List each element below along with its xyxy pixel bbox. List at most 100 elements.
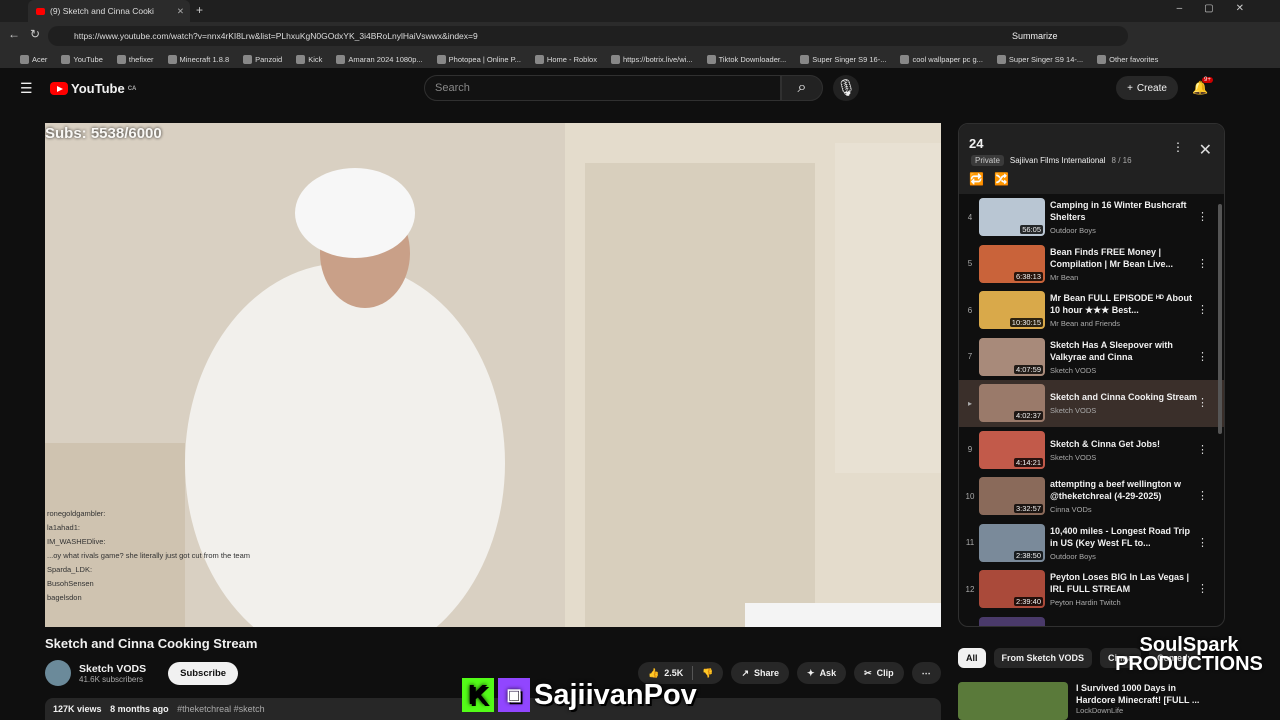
voice-search-button[interactable]: 🎙: [833, 75, 859, 101]
playlist-item[interactable]: 7 4:07:59 Sketch Has A Sleepover with Valk…: [959, 334, 1224, 381]
item-thumbnail[interactable]: 2:38:50: [979, 523, 1045, 562]
clip-button[interactable]: ✂ Clip: [854, 662, 904, 684]
filter-chip[interactable]: All: [958, 648, 986, 668]
playlist-item[interactable]: 4 56:05 Camping in 16 Winter Bushcraft She…: [959, 194, 1224, 241]
bookmark-item[interactable]: Super Singer S9 14-...: [996, 54, 1084, 64]
search-input[interactable]: Search: [424, 75, 781, 101]
item-thumbnail[interactable]: 56:05: [979, 198, 1045, 237]
playlist-item[interactable]: 5 6:38:13 Bean Finds FREE Money | Compilat…: [959, 241, 1224, 288]
chat-line: ronegoldgambler:: [47, 509, 106, 518]
scissors-icon: ✂: [864, 667, 872, 678]
item-title[interactable]: Bean Finds FREE Money | Compilation | Mr…: [1050, 246, 1200, 270]
url-field[interactable]: https://www.youtube.com/watch?v=nnx4rKI8…: [48, 26, 1128, 46]
item-title[interactable]: Mr Bean FULL EPISODE ᴴᴰ About 10 hour ★★…: [1050, 292, 1200, 316]
item-title[interactable]: Sketch and Cinna Cooking Stream: [1050, 391, 1200, 403]
browser-tab[interactable]: (9) Sketch and Cinna Cooki ✕: [28, 0, 190, 22]
item-more-icon[interactable]: ⋮: [1197, 489, 1208, 502]
item-thumbnail[interactable]: 4:14:21: [979, 430, 1045, 469]
playlist-scrollbar[interactable]: [1218, 204, 1222, 434]
back-icon[interactable]: ←: [8, 27, 20, 41]
recommended-video[interactable]: I Survived 1000 Days in Hardcore Minecra…: [958, 682, 1216, 720]
item-more-icon[interactable]: ⋮: [1197, 582, 1208, 595]
youtube-logo[interactable]: YouTube CA: [50, 81, 136, 96]
bookmark-icon: [116, 54, 126, 64]
item-thumbnail[interactable]: 4:02:37: [979, 384, 1045, 423]
playlist-item[interactable]: 11 2:38:50 10,400 miles - Longest Road Tri…: [959, 520, 1224, 567]
playlist-more-icon[interactable]: ⋮: [1172, 140, 1184, 154]
playlist-owner[interactable]: Sajiivan Films International: [1010, 156, 1106, 165]
item-thumbnail[interactable]: 4:07:59: [979, 337, 1045, 376]
channel-name[interactable]: Sketch VODS: [79, 663, 146, 675]
loop-icon[interactable]: 🔁: [969, 172, 984, 186]
bookmark-item[interactable]: Amaran 2024 1080p...: [336, 54, 423, 64]
hashtags[interactable]: #theketchreal #sketch: [177, 704, 265, 714]
filter-chip[interactable]: From Sketch VODS: [993, 648, 1093, 668]
close-playlist-icon[interactable]: ✕: [1199, 140, 1212, 160]
item-title[interactable]: Sketch Has A Sleepover with Valkyrae and…: [1050, 339, 1200, 363]
bookmark-item[interactable]: Tiktok Downloader...: [706, 54, 786, 64]
bookmark-item[interactable]: Photopea | Online P...: [436, 54, 521, 64]
share-button[interactable]: ↗ Share: [731, 662, 790, 684]
playlist-meta: Private Sajiivan Films International 8 /…: [971, 155, 1132, 166]
item-more-icon[interactable]: ⋮: [1197, 396, 1208, 409]
bookmark-label: Super Singer S9 14-...: [1008, 54, 1084, 64]
menu-icon[interactable]: ☰: [20, 80, 33, 97]
search-button[interactable]: ⌕: [781, 75, 823, 101]
playlist-item[interactable]: 13Big E talks John Cena, Hard⋮: [959, 613, 1224, 626]
item-title[interactable]: Peyton Loses BIG In Las Vegas | IRL FULL…: [1050, 571, 1200, 595]
summarize-button[interactable]: Summarize: [1012, 31, 1058, 41]
item-thumbnail[interactable]: 2:39:40: [979, 570, 1045, 609]
bookmark-item[interactable]: Home - Roblox: [534, 54, 597, 64]
playlist-item[interactable]: 12 2:39:40 Peyton Loses BIG In Las Vegas |…: [959, 566, 1224, 613]
item-title[interactable]: Camping in 16 Winter Bushcraft Shelters: [1050, 199, 1200, 223]
thumbs-down-icon[interactable]: 👎: [702, 668, 713, 679]
shuffle-icon[interactable]: 🔀: [994, 172, 1009, 186]
bookmark-icon: [167, 54, 177, 64]
soulspark-watermark: SoulSpark PRODUCTIONS: [1115, 634, 1263, 675]
bookmark-item[interactable]: thefixer: [116, 54, 154, 64]
bookmark-item[interactable]: Panzoid: [243, 54, 282, 64]
reload-icon[interactable]: ↻: [30, 27, 40, 41]
bookmark-item[interactable]: YouTube: [61, 54, 103, 64]
channel-avatar[interactable]: [45, 660, 71, 686]
item-more-icon[interactable]: ⋮: [1197, 303, 1208, 316]
item-thumbnail[interactable]: 10:30:15: [979, 291, 1045, 330]
new-tab-icon[interactable]: +: [196, 3, 203, 17]
tab-title: (9) Sketch and Cinna Cooki: [50, 6, 154, 16]
playlist-item[interactable]: 9 4:14:21 Sketch & Cinna Get Jobs! Sketch V…: [959, 427, 1224, 474]
item-more-icon[interactable]: ⋮: [1197, 443, 1208, 456]
item-more-icon[interactable]: ⋮: [1197, 536, 1208, 549]
item-more-icon[interactable]: ⋮: [1197, 350, 1208, 363]
bookmark-item[interactable]: Other favorites: [1097, 54, 1158, 64]
item-channel: Sketch VODS: [1050, 365, 1097, 375]
item-thumbnail[interactable]: 3:32:57: [979, 477, 1045, 516]
video-player[interactable]: Subs: 5538/6000 ronegoldgambler: la1ahad1…: [45, 123, 941, 627]
item-title[interactable]: 10,400 miles - Longest Road Trip in US (…: [1050, 525, 1200, 549]
subscribe-button[interactable]: Subscribe: [168, 661, 239, 685]
item-title[interactable]: attempting a beef wellington w @theketch…: [1050, 478, 1200, 502]
bookmark-item[interactable]: Minecraft 1.8.8: [167, 54, 229, 64]
item-more-icon[interactable]: ⋮: [1197, 257, 1208, 270]
playlist-item[interactable]: 10 3:32:57 attempting a beef wellington w …: [959, 473, 1224, 520]
window-controls[interactable]: –▢✕: [1177, 3, 1266, 14]
close-tab-icon[interactable]: ✕: [177, 6, 184, 17]
create-button[interactable]: + Create: [1116, 76, 1178, 100]
bookmark-item[interactable]: Kick: [296, 54, 322, 64]
item-title[interactable]: Sketch & Cinna Get Jobs!: [1050, 438, 1200, 450]
rec-channel[interactable]: LockDownLife: [1076, 706, 1216, 715]
bookmark-item[interactable]: cool wallpaper pc g...: [900, 54, 983, 64]
item-more-icon[interactable]: ⋮: [1197, 210, 1208, 223]
rec-thumbnail[interactable]: [958, 682, 1068, 720]
chat-line: BusohSensen: [47, 579, 94, 588]
item-thumbnail[interactable]: 6:38:13: [979, 244, 1045, 283]
rec-title[interactable]: I Survived 1000 Days in Hardcore Minecra…: [1076, 682, 1216, 706]
more-actions-button[interactable]: ⋯: [911, 662, 941, 684]
item-channel: Mr Bean and Friends: [1050, 319, 1121, 329]
bookmark-item[interactable]: Super Singer S9 16-...: [800, 54, 886, 64]
bookmark-item[interactable]: https://botrix.live/wi...: [610, 54, 693, 64]
ask-button[interactable]: ✦ Ask: [797, 662, 847, 684]
item-thumbnail[interactable]: [979, 616, 1045, 626]
playlist-item[interactable]: 6 10:30:15 Mr Bean FULL EPISODE ᴴᴰ About 1…: [959, 287, 1224, 334]
playlist-item[interactable]: ▸ 4:02:37 Sketch and Cinna Cooking Stream S…: [959, 380, 1224, 427]
bookmark-item[interactable]: Acer: [20, 54, 47, 64]
